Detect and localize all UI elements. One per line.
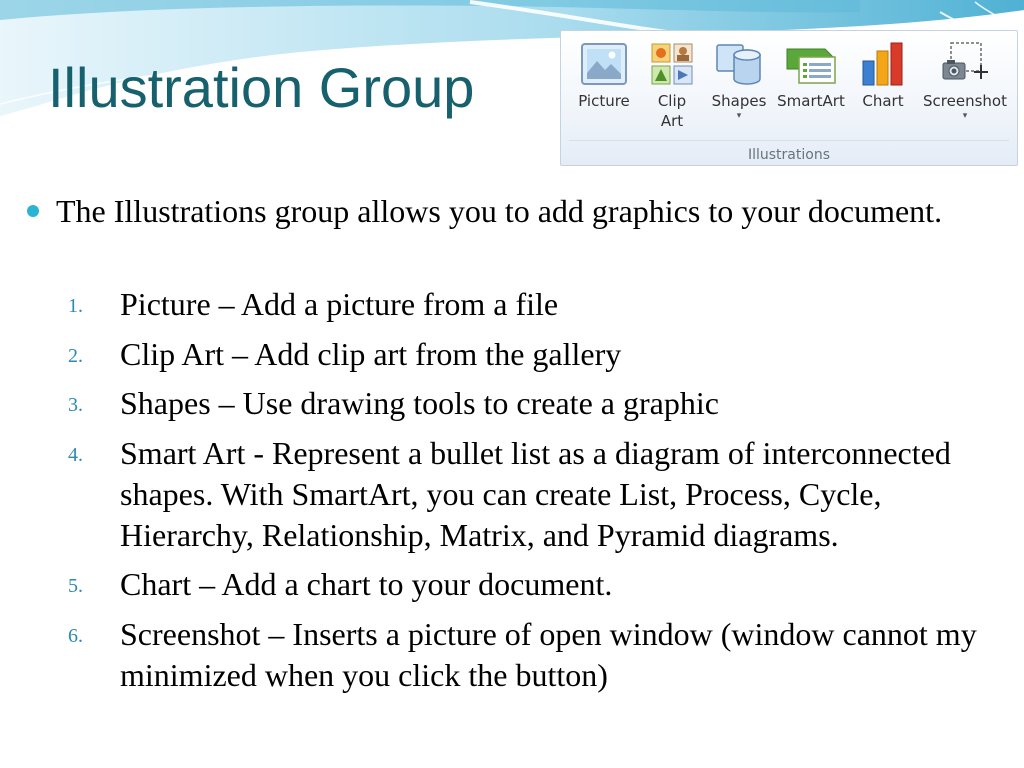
bullet-dot-icon: [27, 205, 39, 217]
shapes-label: Shapes: [711, 92, 767, 110]
shapes-icon: [707, 37, 771, 91]
picture-button[interactable]: Picture: [569, 37, 639, 111]
list-item-text: Shapes – Use drawing tools to create a g…: [120, 385, 719, 421]
picture-icon: [569, 37, 639, 91]
list-item: 4. Smart Art - Represent a bullet list a…: [0, 433, 1024, 556]
list-item-text: Chart – Add a chart to your document.: [120, 566, 613, 602]
smartart-label: SmartArt: [777, 92, 845, 110]
list-item-text: Clip Art – Add clip art from the gallery: [120, 335, 622, 372]
shapes-button[interactable]: Shapes ▾: [707, 37, 771, 121]
list-item-number: 4.: [68, 443, 83, 466]
main-bullet-text: The Illustrations group allows you to ad…: [56, 193, 943, 229]
list-item-number: 5.: [68, 575, 83, 597]
list-item-text: Screenshot – Inserts a picture of open w…: [120, 615, 977, 693]
list-item-number: 1.: [68, 295, 83, 317]
list-item-number: 6.: [68, 624, 83, 647]
list-item-text: Picture – Add a picture from a file: [120, 286, 559, 322]
clip-art-button[interactable]: Clip Art: [641, 37, 703, 131]
smartart-button[interactable]: SmartArt: [773, 37, 849, 111]
shapes-dropdown-arrow-icon[interactable]: ▾: [707, 111, 771, 121]
clip-art-icon: [641, 37, 703, 91]
screenshot-dropdown-arrow-icon[interactable]: ▾: [915, 111, 1015, 121]
picture-label: Picture: [578, 92, 630, 110]
list-item: 2. Clip Art – Add clip art from the gall…: [0, 334, 1024, 375]
screenshot-label: Screenshot: [923, 92, 1007, 110]
list-item: 1. Picture – Add a picture from a file: [0, 284, 1024, 325]
list-item-number: 3.: [68, 394, 83, 416]
screenshot-icon: [915, 37, 1015, 91]
list-item-text: Smart Art - Represent a bullet list as a…: [120, 434, 951, 553]
clip-art-label-line2: Art: [660, 112, 684, 130]
slide-title: Illustration Group: [48, 56, 475, 119]
list-item: 5. Chart – Add a chart to your document.: [0, 564, 1024, 605]
clip-art-label-line1: Clip: [657, 92, 687, 110]
screenshot-button[interactable]: Screenshot ▾: [915, 37, 1015, 121]
ribbon-group-label: Illustrations: [747, 147, 830, 163]
chart-label: Chart: [862, 92, 904, 110]
chart-icon: [853, 37, 913, 91]
ribbon-separator: [569, 140, 1009, 141]
illustrations-ribbon-group: Picture Clip Art Shapes ▾ SmartArt Chart…: [560, 30, 1018, 166]
list-item: 3. Shapes – Use drawing tools to create …: [0, 383, 1024, 424]
smartart-icon: [773, 37, 849, 91]
chart-button[interactable]: Chart: [853, 37, 913, 111]
list-item-number: 2.: [68, 344, 83, 367]
numbered-list: 1. Picture – Add a picture from a file 2…: [0, 284, 1024, 704]
list-item: 6. Screenshot – Inserts a picture of ope…: [0, 614, 1024, 696]
